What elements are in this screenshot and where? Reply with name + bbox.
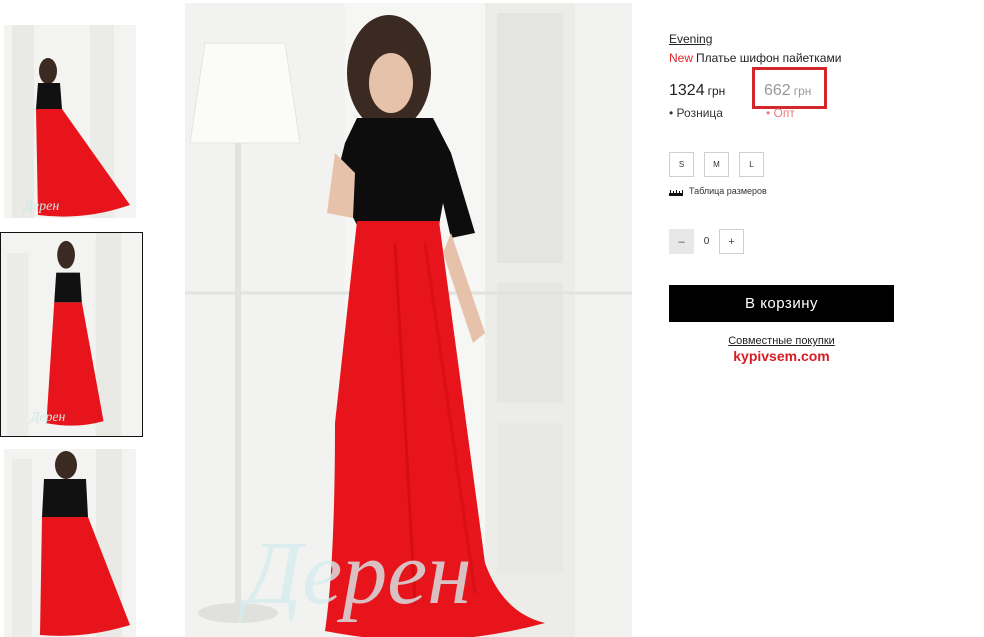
size-m-button[interactable]: M (704, 152, 729, 177)
size-selector: S M L (669, 152, 764, 177)
quantity-stepper: – 0 + (669, 229, 744, 254)
product-title: New Платье шифон пайетками (669, 51, 841, 65)
brand-link[interactable]: Evening (669, 32, 712, 46)
thumbnail-front[interactable]: Дерен (4, 25, 136, 218)
wholesale-price-currency: грн (793, 84, 812, 98)
thumbnail-back[interactable] (4, 449, 136, 637)
wholesale-label: • Опт (766, 106, 795, 120)
retail-label-text: Розница (676, 106, 723, 120)
dress-front-thumbnail-image: Дерен (4, 25, 136, 218)
size-table-label: Таблица размеров (689, 186, 767, 196)
thumbnail-side[interactable]: Дерен (0, 232, 143, 437)
add-to-cart-button[interactable]: В корзину (669, 285, 894, 322)
new-badge: New (669, 51, 694, 65)
size-l-button[interactable]: L (739, 152, 764, 177)
main-product-photo: Дерен (185, 3, 632, 637)
wholesale-price-value: 662 (764, 82, 791, 99)
quantity-increase-button[interactable]: + (719, 229, 744, 254)
size-s-button[interactable]: S (669, 152, 694, 177)
retail-label: • Розница (669, 106, 723, 120)
dress-side-thumbnail-image: Дерен (1, 233, 142, 436)
product-title-text: Платье шифон пайетками (696, 51, 842, 65)
wholesale-label-text: Опт (773, 106, 795, 120)
quantity-decrease-button[interactable]: – (669, 229, 694, 254)
joint-purchases: Совместные покупки kypivsem.com (669, 335, 894, 364)
svg-text:Дерен: Дерен (237, 524, 472, 623)
svg-text:Дерен: Дерен (29, 409, 66, 424)
dress-back-thumbnail-image (4, 449, 136, 637)
retail-price: 1324 грн (669, 82, 725, 100)
retail-price-currency: грн (707, 84, 726, 98)
wholesale-price: 662 грн (764, 82, 811, 100)
svg-text:Дерен: Дерен (22, 199, 59, 214)
quantity-value[interactable]: 0 (694, 236, 719, 247)
joint-purchases-link[interactable]: Совместные покупки (669, 335, 894, 347)
dress-main-image: Дерен (185, 3, 632, 637)
size-table-link[interactable]: Таблица размеров (669, 186, 767, 196)
ruler-icon (669, 188, 683, 196)
joint-purchases-site-logo[interactable]: kypivsem.com (669, 348, 894, 364)
retail-price-value: 1324 (669, 82, 705, 99)
